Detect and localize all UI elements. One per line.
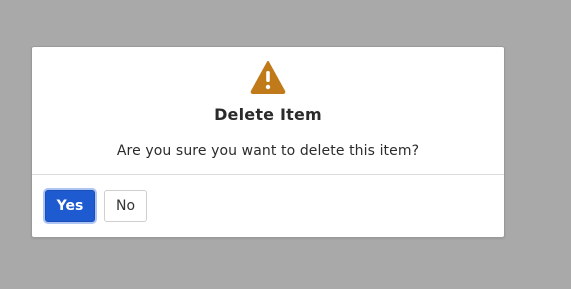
- delete-confirm-dialog: Delete Item Are you sure you want to del…: [31, 46, 505, 238]
- dialog-footer: Yes No: [32, 175, 504, 238]
- dialog-message: Are you sure you want to delete this ite…: [116, 143, 420, 159]
- warning-icon: [250, 61, 286, 94]
- yes-button[interactable]: Yes: [45, 190, 95, 222]
- dialog-body: Delete Item Are you sure you want to del…: [32, 47, 504, 175]
- dialog-title: Delete Item: [214, 105, 322, 124]
- no-button[interactable]: No: [104, 190, 147, 222]
